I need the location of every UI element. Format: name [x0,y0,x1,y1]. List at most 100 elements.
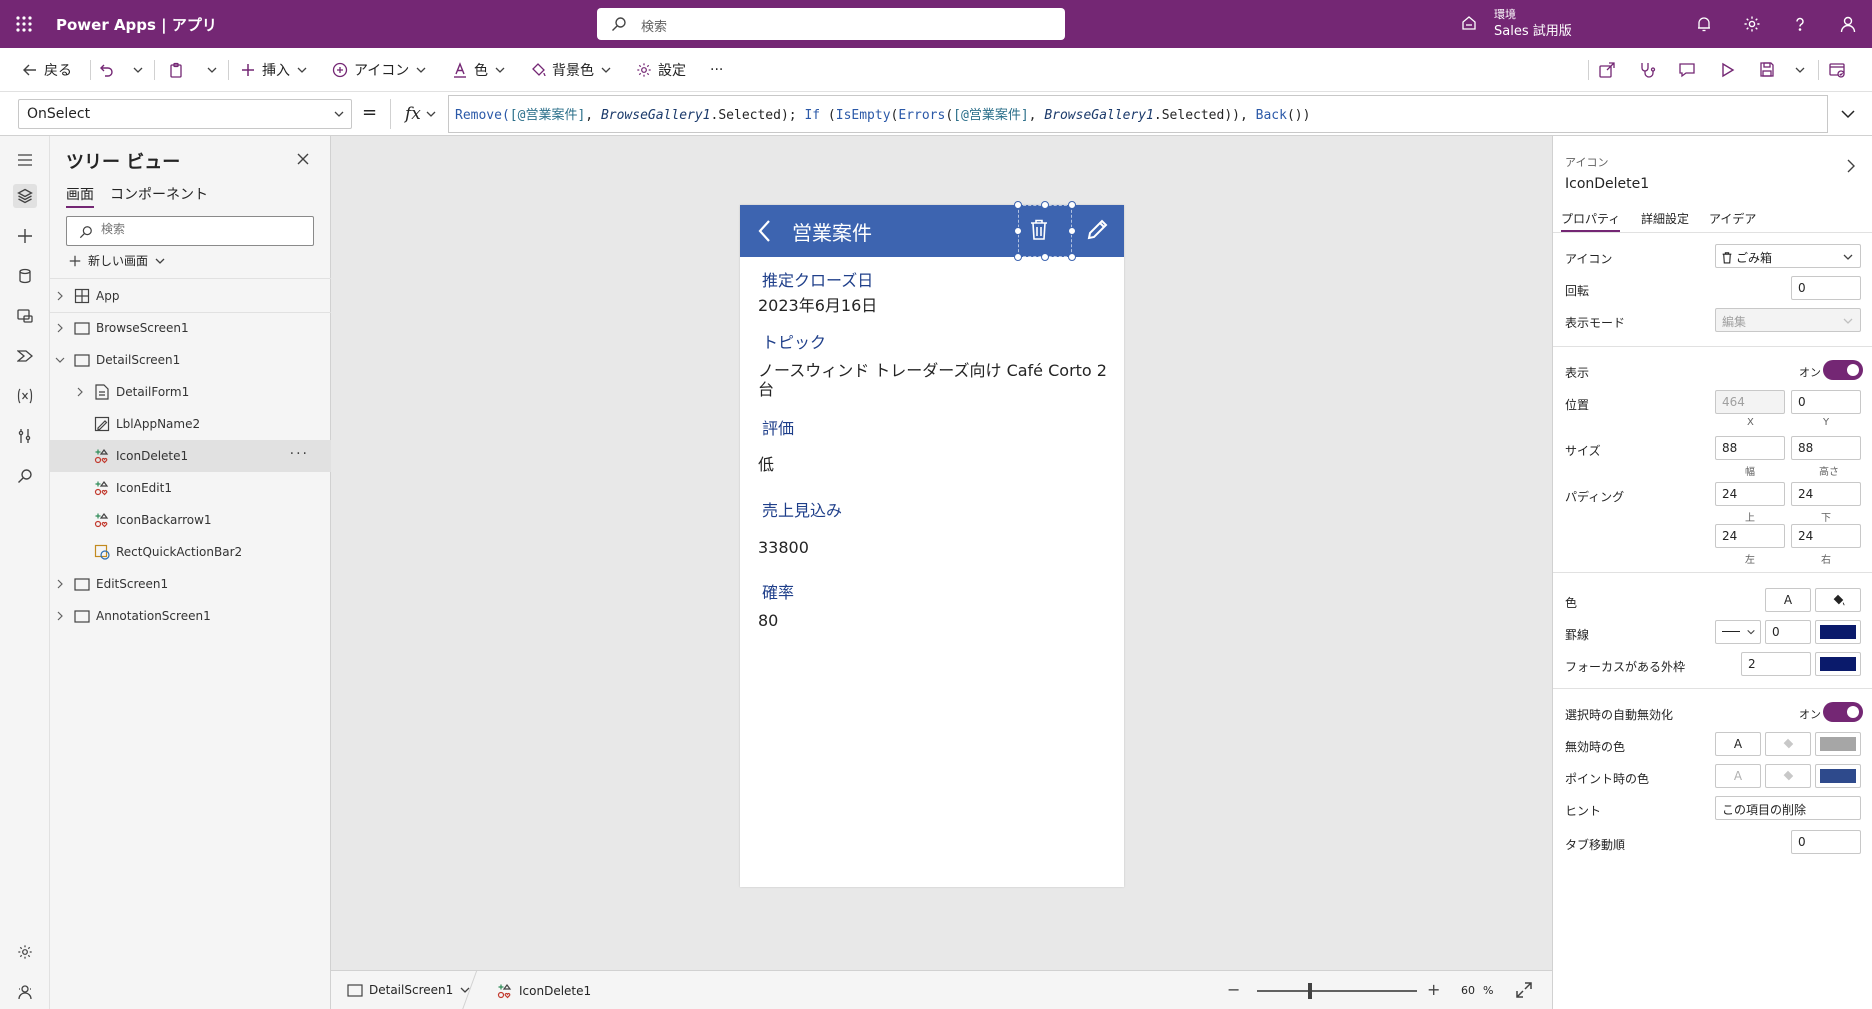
tab-properties[interactable]: プロパティ [1561,210,1621,232]
virtual-agent-icon[interactable] [13,980,37,1004]
back-arrow-icon[interactable] [756,219,774,243]
tree-node-rectquickactionbar2[interactable]: RectQuickActionBar2 [50,536,331,568]
preview-button[interactable] [1718,58,1736,82]
user-account-icon[interactable] [1836,12,1860,36]
resize-handle[interactable] [1068,201,1076,209]
data-icon[interactable] [13,264,37,288]
node-more-options[interactable]: ··· [290,446,309,462]
screen-header[interactable]: 営業案件 [740,201,1124,261]
width-input[interactable]: 88 [1715,436,1785,460]
color-button[interactable]: 色 [452,58,506,82]
tree-node-annotationscreen1[interactable]: AnnotationScreen1 [50,600,331,632]
font-color-picker[interactable]: A [1765,588,1811,612]
tab-index-input[interactable]: 0 [1791,830,1861,854]
resize-handle[interactable] [1014,253,1022,261]
resize-handle[interactable] [1068,227,1076,235]
tree-node-detailform1[interactable]: DetailForm1 [50,376,331,408]
share-button[interactable] [1598,58,1616,82]
hover-font-color-picker[interactable]: A [1715,764,1761,788]
zoom-slider[interactable] [1257,990,1417,992]
chevron-right-icon[interactable] [74,387,86,397]
breadcrumb-control[interactable]: IconDelete1 [497,983,591,999]
tree-node-app[interactable]: App [50,280,331,312]
resize-handle[interactable] [1041,201,1049,209]
screen-title[interactable]: 営業案件 [792,217,872,246]
zoom-out-button[interactable]: − [1227,980,1240,999]
chevron-right-icon[interactable] [54,291,66,301]
position-x-input[interactable]: 464 [1715,390,1785,414]
tree-node-editscreen1[interactable]: EditScreen1 [50,568,331,600]
control-name[interactable]: IconDelete1 [1565,176,1649,192]
border-thickness-input[interactable]: 0 [1765,620,1811,644]
tree-node-lblappname2[interactable]: LblAppName2 [50,408,331,440]
disabled-color-picker[interactable] [1815,732,1861,756]
focus-border-color-picker[interactable] [1815,652,1861,676]
tree-node-iconbackarrow1[interactable]: IconBackarrow1 [50,504,331,536]
insert-icon[interactable] [13,224,37,248]
tree-view-icon[interactable] [13,184,37,208]
fit-to-window-icon[interactable] [1515,981,1533,999]
notification-icon[interactable] [1692,12,1716,36]
tab-advanced[interactable]: 詳細設定 [1641,210,1689,227]
close-icon[interactable] [296,152,310,166]
pencil-icon[interactable] [1086,219,1108,241]
tree-node-browsescreen1[interactable]: BrowseScreen1 [50,312,331,344]
breadcrumb-screen[interactable]: DetailScreen1 [347,983,471,997]
chevron-right-icon[interactable] [54,323,66,333]
environment-icon[interactable] [1460,14,1478,32]
search-icon[interactable] [13,464,37,488]
resize-handle[interactable] [1068,253,1076,261]
insert-button[interactable]: 挿入 [240,58,308,82]
display-mode-select[interactable]: 編集 [1715,308,1861,332]
padding-right-input[interactable]: 24 [1791,524,1861,548]
position-y-input[interactable]: 0 [1791,390,1861,414]
chevron-right-icon[interactable] [54,579,66,589]
app-screen-preview[interactable]: 営業案件 推定クローズ日 2023年6月16日 トピック ノースウィンド トレー… [740,201,1124,887]
tab-components[interactable]: コンポーネント [110,184,208,204]
resize-handle[interactable] [1014,201,1022,209]
tree-node-icondelete1[interactable]: IconDelete1 ··· [50,440,331,472]
auto-disable-toggle[interactable] [1823,702,1863,722]
zoom-level[interactable]: 60 % [1461,984,1493,997]
height-input[interactable]: 88 [1791,436,1861,460]
app-launcher-icon[interactable] [12,12,36,36]
environment-name[interactable]: Sales 試用版 [1494,20,1572,39]
publish-button[interactable] [1828,58,1846,82]
icon-button[interactable]: アイコン [332,58,427,82]
padding-left-input[interactable]: 24 [1715,524,1785,548]
gear-icon[interactable] [1740,12,1764,36]
chevron-right-icon[interactable] [1845,158,1857,174]
tree-node-detailscreen1[interactable]: DetailScreen1 [50,344,331,376]
new-screen-button[interactable]: 新しい画面 [68,252,166,269]
tree-node-iconedit1[interactable]: IconEdit1 [50,472,331,504]
tab-ideas[interactable]: アイデア [1709,210,1756,227]
paste-button[interactable] [168,58,184,82]
global-search[interactable]: 検索 [597,8,1065,40]
more-commands-button[interactable]: ··· [710,58,723,82]
visible-toggle[interactable] [1823,360,1863,380]
paste-dropdown[interactable] [206,58,218,82]
chevron-down-icon[interactable] [54,355,66,365]
undo-dropdown[interactable] [132,58,144,82]
undo-button[interactable] [98,58,114,82]
border-style-select[interactable] [1715,620,1761,644]
hover-fill-color-picker[interactable] [1765,764,1811,788]
app-brand[interactable]: Power Apps | アプリ [56,14,217,35]
help-icon[interactable] [1788,12,1812,36]
menu-icon[interactable] [13,148,37,172]
save-dropdown[interactable] [1794,58,1806,82]
trash-icon[interactable] [1030,219,1048,241]
border-color-picker[interactable] [1815,620,1861,644]
tooltip-input[interactable]: この項目の削除 [1715,796,1861,820]
tab-screens[interactable]: 画面 [66,184,94,208]
expand-formula-button[interactable] [1838,104,1858,124]
rotation-input[interactable]: 0 [1791,276,1861,300]
zoom-slider-thumb[interactable] [1308,983,1312,999]
hover-color-picker[interactable] [1815,764,1861,788]
app-checker-button[interactable] [1638,58,1656,82]
disabled-fill-color-picker[interactable] [1765,732,1811,756]
icon-selector[interactable]: ごみ箱 [1715,244,1861,268]
variables-icon[interactable] [13,384,37,408]
fill-color-picker[interactable] [1815,588,1861,612]
disabled-font-color-picker[interactable]: A [1715,732,1761,756]
